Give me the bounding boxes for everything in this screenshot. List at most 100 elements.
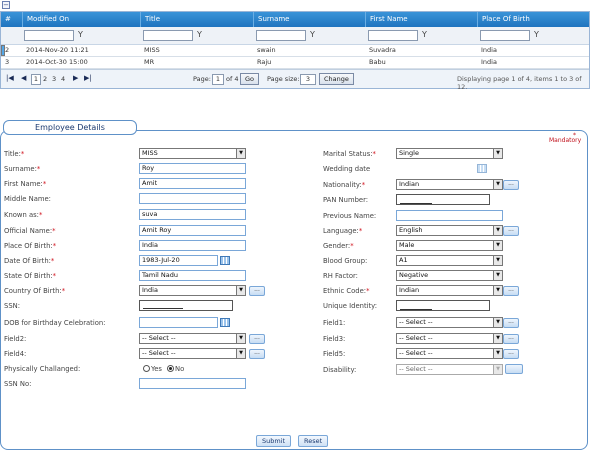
last-page-icon[interactable]: ▶| (84, 74, 92, 82)
state-of-birth-input[interactable]: Tamil Nadu (139, 270, 246, 281)
reset-button[interactable]: Reset (298, 435, 329, 447)
col-header-place-of-birth[interactable]: Place Of Birth (477, 12, 589, 27)
tab-employee-details[interactable]: Employee Details (3, 120, 137, 135)
grid-header: # Modified On Title Surname First Name P… (1, 12, 589, 27)
calendar-icon[interactable] (220, 256, 230, 265)
title-select[interactable]: MISS ▼ (139, 148, 246, 159)
filter-icon[interactable]: Y (197, 30, 202, 39)
label-marital-status: Marital Status:* (323, 150, 376, 158)
chevron-down-icon: ▼ (493, 271, 502, 280)
page-link[interactable]: 4 (61, 75, 65, 83)
label-dob-celebration: DOB for Birthday Celebration: (4, 319, 106, 327)
more-button[interactable]: ... (503, 318, 519, 328)
next-page-icon[interactable]: ▶ (73, 74, 78, 82)
filter-input-modified-on[interactable] (24, 30, 74, 41)
date-of-birth-input[interactable]: 1983-Jul-20 (139, 255, 218, 266)
radio-no-label: No (175, 365, 185, 373)
col-header-modified-on[interactable]: Modified On (22, 12, 140, 27)
label-first-name: First Name:* (4, 180, 47, 188)
gender-select[interactable]: Male ▼ (396, 240, 503, 251)
marital-status-select[interactable]: Single ▼ (396, 148, 503, 159)
col-header-first-name[interactable]: First Name (365, 12, 478, 27)
label-ssn: SSN: (4, 302, 21, 310)
more-button[interactable] (505, 364, 523, 374)
page-number-input[interactable]: 1 (212, 74, 224, 85)
field1-select[interactable]: -- Select -- ▼ (396, 317, 503, 328)
rh-factor-select[interactable]: Negative ▼ (396, 270, 503, 281)
page-link[interactable]: 2 (43, 75, 47, 83)
table-row[interactable]: 3 2014-Oct-30 15:00 MR Raju Babu India (1, 57, 589, 69)
chevron-down-icon: ▼ (493, 256, 502, 265)
field5-select[interactable]: -- Select -- ▼ (396, 348, 503, 359)
more-button[interactable]: ... (503, 226, 519, 236)
more-button[interactable]: ... (503, 349, 519, 359)
prev-page-icon[interactable]: ◀ (21, 74, 26, 82)
language-select[interactable]: English ▼ (396, 225, 503, 236)
more-button[interactable]: ... (503, 334, 519, 344)
chevron-down-icon: ▼ (493, 241, 502, 250)
official-name-input[interactable]: Amit Roy (139, 225, 246, 236)
chevron-down-icon: ▼ (493, 180, 502, 189)
label-gender: Gender:* (323, 242, 354, 250)
filter-icon[interactable]: Y (422, 30, 427, 39)
more-button[interactable]: ... (249, 334, 265, 344)
table-row[interactable]: 2 2014-Nov-20 11:21 MISS swain Suvadra I… (1, 45, 589, 57)
mandatory-note: Mandatory (549, 132, 581, 144)
ssn-input[interactable] (139, 300, 233, 311)
nationality-select[interactable]: Indian ▼ (396, 179, 503, 190)
cell-modified-on: 2014-Oct-30 15:00 (26, 58, 88, 66)
filter-icon[interactable]: Y (78, 30, 83, 39)
disability-select[interactable]: -- Select -- ▼ (396, 364, 503, 375)
label-official-name: Official Name:* (4, 227, 56, 235)
calendar-icon[interactable] (220, 318, 230, 327)
filter-input-title[interactable] (143, 30, 193, 41)
first-page-icon[interactable]: |◀ (6, 74, 14, 82)
label-disability: Disability: (323, 366, 357, 374)
country-of-birth-select[interactable]: India ▼ (139, 285, 246, 296)
ethnic-code-select[interactable]: Indian ▼ (396, 285, 503, 296)
first-name-input[interactable]: Amit (139, 178, 246, 189)
page-size-input[interactable]: 3 (300, 74, 316, 85)
label-blood-group: Blood Group: (323, 257, 368, 265)
label-middle-name: Middle Name: (4, 195, 51, 203)
label-pan-number: PAN Number: (323, 196, 369, 204)
radio-yes[interactable] (143, 365, 150, 372)
col-header-num: # (5, 15, 11, 23)
label-known-as: Known as:* (4, 211, 43, 219)
blood-group-select[interactable]: A1 ▼ (396, 255, 503, 266)
radio-no[interactable] (167, 365, 174, 372)
collapse-icon[interactable]: − (2, 1, 10, 9)
cell-surname: Raju (257, 58, 272, 66)
col-header-surname[interactable]: Surname (253, 12, 366, 27)
col-header-title[interactable]: Title (140, 12, 253, 27)
filter-icon[interactable]: Y (534, 30, 539, 39)
field4-select[interactable]: -- Select -- ▼ (139, 348, 246, 359)
dob-celebration-input[interactable] (139, 317, 218, 328)
field2-select[interactable]: -- Select -- ▼ (139, 333, 246, 344)
page-link-current[interactable]: 1 (31, 74, 41, 85)
more-button[interactable]: ... (503, 180, 519, 190)
previous-name-input[interactable] (396, 210, 503, 221)
more-button[interactable]: ... (249, 286, 265, 296)
chevron-down-icon: ▼ (236, 286, 245, 295)
middle-name-input[interactable] (139, 193, 246, 204)
ssn-no-input[interactable] (139, 378, 246, 389)
filter-input-place-of-birth[interactable] (480, 30, 530, 41)
more-button[interactable]: ... (503, 286, 519, 296)
filter-input-surname[interactable] (256, 30, 306, 41)
filter-input-first-name[interactable] (368, 30, 418, 41)
submit-button[interactable]: Submit (256, 435, 292, 447)
chevron-down-icon: ▼ (493, 149, 502, 158)
change-button[interactable]: Change (319, 73, 354, 85)
filter-icon[interactable]: Y (310, 30, 315, 39)
known-as-input[interactable]: suva (139, 209, 246, 220)
radio-yes-label: Yes (151, 365, 162, 373)
field3-select[interactable]: -- Select -- ▼ (396, 333, 503, 344)
place-of-birth-input[interactable]: India (139, 240, 246, 251)
surname-input[interactable]: Roy (139, 163, 246, 174)
more-button[interactable]: ... (249, 349, 265, 359)
page-link[interactable]: 3 (52, 75, 56, 83)
go-button[interactable]: Go (240, 73, 260, 85)
grid-filter-row: Y Y Y Y Y (1, 27, 589, 45)
calendar-icon[interactable] (477, 164, 487, 173)
